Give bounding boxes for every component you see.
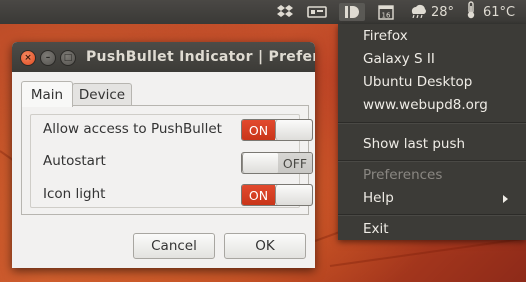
switch-knob[interactable] <box>275 185 312 205</box>
network-icon[interactable] <box>306 3 328 21</box>
autostart-switch[interactable]: OFF <box>241 152 313 174</box>
menu-item-preferences: Preferences <box>363 167 443 183</box>
pushbullet-icon[interactable] <box>339 3 365 21</box>
allow-access-label: Allow access to PushBullet <box>43 121 222 137</box>
weather-indicator[interactable]: 28° <box>407 3 457 21</box>
menu-item-help[interactable]: Help <box>363 190 394 206</box>
cancel-button[interactable]: Cancel <box>133 233 215 259</box>
menu-separator <box>338 122 526 124</box>
menu-item-device[interactable]: Firefox <box>363 28 408 44</box>
tab-device[interactable]: Device <box>72 83 132 106</box>
allow-access-switch[interactable]: ON <box>241 119 313 141</box>
icon-light-label: Icon light <box>43 186 106 202</box>
menu-item-device[interactable]: Ubuntu Desktop <box>363 74 472 90</box>
settings-frame: Allow access to PushBullet ON Autostart … <box>30 114 313 208</box>
switch-off-label: OFF <box>278 153 312 173</box>
icon-light-switch[interactable]: ON <box>241 184 313 206</box>
dropbox-icon[interactable] <box>275 3 295 21</box>
ok-button[interactable]: OK <box>224 233 306 259</box>
menu-separator <box>338 160 526 162</box>
maximize-button[interactable]: □ <box>60 50 76 66</box>
menu-separator <box>338 214 526 216</box>
menu-item-device[interactable]: www.webupd8.org <box>363 97 488 113</box>
minimize-button[interactable]: – <box>40 50 56 66</box>
switch-knob[interactable] <box>242 153 280 173</box>
switch-on-label: ON <box>242 120 275 140</box>
calendar-day: 16 <box>382 12 391 20</box>
cpu-temperature: 61°C <box>483 4 516 20</box>
menu-item-device[interactable]: Galaxy S II <box>363 51 435 67</box>
weather-icon <box>407 2 429 22</box>
menu-item-exit[interactable]: Exit <box>363 221 389 237</box>
calendar-icon[interactable]: 16 <box>376 3 396 21</box>
close-button[interactable]: × <box>20 50 36 66</box>
menu-item-show-last-push[interactable]: Show last push <box>363 136 465 152</box>
tab-main[interactable]: Main <box>21 81 73 107</box>
window-titlebar[interactable]: × – □ PushBullet Indicator | Preferen <box>12 42 315 72</box>
tab-panel-main: Allow access to PushBullet ON Autostart … <box>21 105 313 215</box>
submenu-arrow-icon <box>503 195 508 203</box>
weather-temperature: 28° <box>431 4 455 20</box>
pushbullet-menu: Firefox Galaxy S II Ubuntu Desktop www.w… <box>338 24 526 240</box>
temperature-indicator[interactable]: 61°C <box>465 1 523 23</box>
window-title: PushBullet Indicator | Preferen <box>86 49 315 65</box>
top-panel: 16 28° 61°C <box>0 0 526 24</box>
preferences-window: × – □ PushBullet Indicator | Preferen Ma… <box>12 42 315 268</box>
thermometer-icon <box>465 1 477 23</box>
switch-on-label: ON <box>242 185 275 205</box>
switch-knob[interactable] <box>275 120 312 140</box>
autostart-label: Autostart <box>43 153 106 169</box>
